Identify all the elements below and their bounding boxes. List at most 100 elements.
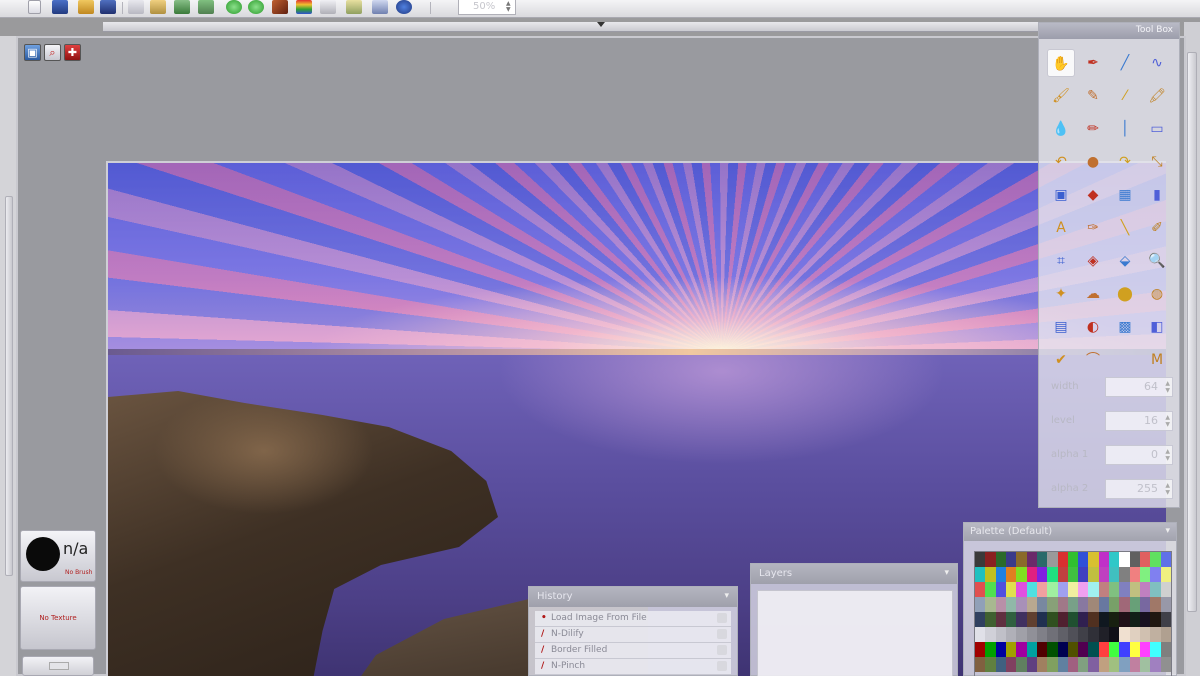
palette-swatch[interactable]: [1150, 567, 1162, 582]
palette-swatch[interactable]: [1047, 552, 1059, 567]
palette-swatch[interactable]: [1078, 627, 1089, 642]
palette-swatch[interactable]: [1016, 567, 1028, 582]
palette-swatch[interactable]: [1160, 627, 1172, 642]
palette-swatch[interactable]: [1150, 627, 1162, 642]
palette-swatch[interactable]: [1098, 642, 1110, 657]
palette-swatch[interactable]: [1129, 597, 1141, 612]
palette-swatch[interactable]: [985, 627, 997, 642]
palette-swatch[interactable]: [1129, 582, 1141, 597]
tool-button[interactable]: ⬙: [1111, 247, 1139, 275]
palette-swatch[interactable]: [1109, 642, 1120, 657]
palette-swatch[interactable]: [1088, 597, 1100, 612]
palette-swatch[interactable]: [1129, 612, 1141, 627]
close-icon[interactable]: ▾: [1165, 526, 1170, 536]
palette-swatch[interactable]: [1026, 582, 1038, 597]
palette-swatch[interactable]: [1005, 552, 1017, 567]
palette-swatch[interactable]: [1129, 642, 1141, 657]
palette-swatch[interactable]: [1150, 642, 1162, 657]
palette-swatch[interactable]: [985, 567, 997, 582]
layers-list[interactable]: [757, 590, 953, 676]
palette-swatch[interactable]: [1119, 597, 1131, 612]
palette-swatch[interactable]: [1140, 642, 1151, 657]
palette-swatch[interactable]: [1160, 597, 1172, 612]
palette-swatch[interactable]: [995, 642, 1007, 657]
palette-swatch[interactable]: [1140, 552, 1151, 567]
tool-button[interactable]: 🖌: [1047, 82, 1075, 110]
palette-swatch[interactable]: [1160, 567, 1172, 582]
palette-swatch[interactable]: [1067, 612, 1079, 627]
palette-swatch[interactable]: [1160, 657, 1172, 672]
open-icon[interactable]: [78, 0, 94, 14]
palette-swatch[interactable]: [1005, 582, 1017, 597]
palette-swatch[interactable]: [1016, 582, 1028, 597]
layers-icon[interactable]: [320, 0, 336, 14]
palette-swatch[interactable]: [995, 552, 1007, 567]
palette-swatch[interactable]: [975, 552, 986, 567]
palette-swatch[interactable]: [1016, 612, 1028, 627]
tool-button[interactable]: ⌒: [1079, 346, 1107, 374]
alpha2-input[interactable]: 255 ▲ ▼: [1105, 479, 1173, 499]
palette-swatch[interactable]: [995, 627, 1007, 642]
tool-button[interactable]: ╱: [1111, 49, 1139, 77]
palette-swatch[interactable]: [1140, 567, 1151, 582]
texture-preview[interactable]: No Texture: [20, 586, 96, 650]
level-input[interactable]: 16 ▲ ▼: [1105, 411, 1173, 431]
tool-button[interactable]: ▭: [1143, 115, 1171, 143]
palette-swatch[interactable]: [1129, 552, 1141, 567]
palette-swatch[interactable]: [1067, 627, 1079, 642]
left-scrollbar-thumb[interactable]: [5, 196, 13, 576]
palette-swatch[interactable]: [1098, 552, 1110, 567]
palette-swatch[interactable]: [1005, 612, 1017, 627]
tool-button[interactable]: ◍: [1143, 280, 1171, 308]
left-scrollbar[interactable]: [0, 36, 16, 676]
tool-button[interactable]: ⬤: [1111, 280, 1139, 308]
history-icon[interactable]: [346, 0, 362, 14]
tool-button[interactable]: ✏: [1079, 115, 1107, 143]
tool-button[interactable]: 🖍: [1143, 82, 1171, 110]
width-input[interactable]: 64 ▲ ▼: [1105, 377, 1173, 397]
filter-icon[interactable]: [226, 0, 242, 14]
brush-options-icon[interactable]: [272, 0, 288, 14]
palette-swatch[interactable]: [1119, 582, 1131, 597]
vertical-scrollbar[interactable]: [1184, 22, 1200, 676]
palette-swatch[interactable]: [1047, 597, 1059, 612]
palette-swatch[interactable]: [1109, 582, 1120, 597]
palette-swatch[interactable]: [1088, 627, 1100, 642]
tool-button[interactable]: ✒: [1079, 49, 1107, 77]
tool-button[interactable]: ✐: [1143, 214, 1171, 242]
history-item-check[interactable]: [717, 645, 727, 655]
palette-swatch[interactable]: [985, 612, 997, 627]
layers-title[interactable]: Layers: [751, 564, 957, 584]
palette-swatch[interactable]: [1057, 642, 1069, 657]
palette-swatch[interactable]: [1057, 552, 1069, 567]
palette-swatch[interactable]: [1109, 657, 1120, 672]
history-item[interactable]: / Border Filled: [535, 643, 731, 659]
palette-swatch[interactable]: [1119, 657, 1131, 672]
palette-swatch[interactable]: [995, 582, 1007, 597]
palette-swatch[interactable]: [985, 552, 997, 567]
palette-swatch[interactable]: [1016, 597, 1028, 612]
history-title[interactable]: History: [529, 587, 737, 607]
palette-swatch[interactable]: [1036, 567, 1048, 582]
history-item-check[interactable]: [717, 661, 727, 671]
palette-swatch[interactable]: [1005, 597, 1017, 612]
palette-swatch[interactable]: [1140, 582, 1151, 597]
extra-widget[interactable]: [22, 656, 94, 676]
tool-button[interactable]: ▩: [1111, 313, 1139, 341]
palette-swatch[interactable]: [1036, 582, 1048, 597]
vertical-scrollbar-thumb[interactable]: [1187, 52, 1197, 612]
close-icon[interactable]: ▾: [944, 568, 949, 578]
palette-swatch[interactable]: [1016, 642, 1028, 657]
zoom-icon[interactable]: ⌕: [44, 44, 61, 61]
zoom-input[interactable]: 50% ▲ ▼: [458, 0, 516, 15]
palette-swatch[interactable]: [1026, 612, 1038, 627]
palette-swatch[interactable]: [1078, 657, 1089, 672]
palette-swatch[interactable]: [1067, 642, 1079, 657]
tool-button[interactable]: ⌗: [1047, 247, 1075, 275]
tool-button[interactable]: ✋: [1047, 49, 1075, 77]
palette-swatch[interactable]: [1098, 657, 1110, 672]
palette-swatch[interactable]: [1140, 612, 1151, 627]
palette-swatch[interactable]: [1160, 612, 1172, 627]
tool-button[interactable]: ╲: [1111, 214, 1139, 242]
palette-swatch[interactable]: [1119, 642, 1131, 657]
